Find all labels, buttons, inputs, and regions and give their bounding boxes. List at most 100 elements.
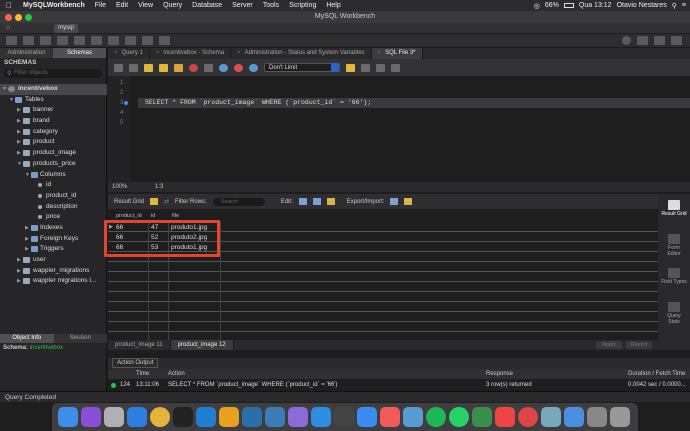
tab-sql-file-3[interactable]: × SQL File 3* xyxy=(371,48,423,59)
terminal-icon[interactable] xyxy=(173,407,193,427)
close-icon[interactable]: × xyxy=(156,50,160,56)
query-stats-button[interactable]: Query Stats xyxy=(661,302,687,325)
menu-view[interactable]: View xyxy=(133,2,158,9)
close-icon[interactable]: × xyxy=(378,50,382,56)
tab-product-image-12[interactable]: product_image 12 xyxy=(170,340,234,350)
skype-icon[interactable] xyxy=(311,407,331,427)
connection-tab[interactable]: mysql xyxy=(54,24,78,33)
postgres-icon[interactable] xyxy=(242,407,262,427)
export-icon[interactable] xyxy=(390,198,399,205)
tree-item-brand[interactable]: ▶ brand xyxy=(0,116,107,127)
folder-icon[interactable] xyxy=(564,407,584,427)
grid-icon[interactable] xyxy=(150,198,159,205)
menu-server[interactable]: Server xyxy=(227,2,258,9)
tab-product-image-11[interactable]: product_image 11 xyxy=(108,340,171,350)
tree-item-column-id[interactable]: id xyxy=(0,180,107,191)
add-row-icon[interactable] xyxy=(312,198,321,205)
close-window-button[interactable] xyxy=(5,14,12,21)
siri-icon[interactable] xyxy=(81,407,101,427)
tree-item-foreign-keys[interactable]: ▶ Foreign Keys xyxy=(0,234,107,245)
apple-icon[interactable]:  xyxy=(0,1,18,10)
column-header-product-id[interactable]: product_id xyxy=(116,213,142,219)
tree-item-tables[interactable]: ▼ Tables xyxy=(0,95,107,106)
tree-item-indexes[interactable]: ▶ Indexes xyxy=(0,223,107,234)
rollback-icon[interactable] xyxy=(234,63,243,72)
revert-button[interactable]: Revert xyxy=(626,341,652,349)
limit-rows-select[interactable]: Don't Limit xyxy=(264,63,340,72)
tab-schemas[interactable]: Schemas xyxy=(53,48,106,58)
menu-tools[interactable]: Tools xyxy=(258,2,284,9)
close-icon[interactable]: × xyxy=(237,50,241,56)
field-types-button[interactable]: Field Types xyxy=(661,268,687,285)
finder-icon[interactable] xyxy=(58,407,78,427)
launchpad-icon[interactable] xyxy=(104,407,124,427)
tree-item-user[interactable]: ▶ user xyxy=(0,255,107,266)
filter-rows-input[interactable]: Search xyxy=(212,197,265,206)
battery-icon[interactable] xyxy=(563,3,574,8)
tab-admin-status[interactable]: × Administration - Status and System Vari… xyxy=(231,48,372,59)
inspector-icon[interactable] xyxy=(40,36,51,45)
create-function-icon[interactable] xyxy=(125,36,136,45)
create-procedure-icon[interactable] xyxy=(108,36,119,45)
tree-item-product[interactable]: ▶ product xyxy=(0,137,107,148)
tab-object-info[interactable]: Object Info xyxy=(0,334,54,343)
menu-edit[interactable]: Edit xyxy=(111,2,133,9)
tree-item-products-price[interactable]: ▼ products_price xyxy=(0,159,107,170)
open-file-icon[interactable] xyxy=(114,63,123,72)
execute-current-icon[interactable] xyxy=(159,63,168,72)
menu-database[interactable]: Database xyxy=(187,2,227,9)
minimize-window-button[interactable] xyxy=(15,14,22,21)
form-editor-button[interactable]: Form Editor xyxy=(661,234,687,257)
tree-item-column-price[interactable]: price xyxy=(0,212,107,223)
toggle-continue-icon[interactable] xyxy=(204,63,213,72)
wifi-icon[interactable]: ◎ xyxy=(534,2,540,10)
reconnect-icon[interactable] xyxy=(159,36,170,45)
open-sql-file-icon[interactable] xyxy=(23,36,34,45)
create-schema-icon[interactable] xyxy=(57,36,68,45)
zoom-window-button[interactable] xyxy=(25,14,32,21)
create-table-icon[interactable] xyxy=(74,36,85,45)
app-icon[interactable] xyxy=(219,407,239,427)
execute-icon[interactable] xyxy=(144,63,153,72)
toggle-sidebar-icon[interactable] xyxy=(637,36,648,45)
safari-icon[interactable] xyxy=(127,407,147,427)
stop-icon[interactable] xyxy=(189,63,198,72)
home-icon[interactable]: ⌂ xyxy=(6,24,10,31)
wrap-lines-icon[interactable] xyxy=(391,63,400,72)
app-icon[interactable] xyxy=(403,407,423,427)
chrome-icon[interactable] xyxy=(150,407,170,427)
sql-statement[interactable]: SELECT * FROM `product_image` WHERE (`pr… xyxy=(145,99,371,106)
tree-item-triggers[interactable]: ▶ Triggers xyxy=(0,244,107,255)
user-name[interactable]: Otavio Nestares xyxy=(617,2,667,9)
mysql-workbench-icon[interactable] xyxy=(265,407,285,427)
spotify-icon[interactable] xyxy=(426,407,446,427)
output-row[interactable]: 124 13:11:06 SELECT * FROM `product_imag… xyxy=(108,380,690,390)
autocommit-icon[interactable] xyxy=(249,63,258,72)
new-sql-tab-icon[interactable] xyxy=(6,36,17,45)
beautify-icon[interactable] xyxy=(346,63,355,72)
search-table-data-icon[interactable] xyxy=(142,36,153,45)
explain-icon[interactable] xyxy=(174,63,183,72)
menu-help[interactable]: Help xyxy=(321,2,345,9)
tree-item-banner[interactable]: ▶ banner xyxy=(0,105,107,116)
tab-incentivebox-schema[interactable]: × incentivebox - Schema xyxy=(150,48,232,59)
column-header-file[interactable]: file xyxy=(172,213,179,219)
result-grid-view-button[interactable]: Result Grid xyxy=(661,200,687,217)
tab-session[interactable]: Session xyxy=(54,334,108,343)
tree-item-column-description[interactable]: description xyxy=(0,202,107,213)
zoom-level[interactable]: 100% xyxy=(112,184,127,190)
menu-list-icon[interactable]: ≡ xyxy=(682,2,686,9)
app-icon[interactable] xyxy=(495,407,515,427)
toggle-output-icon[interactable] xyxy=(654,36,665,45)
menu-file[interactable]: File xyxy=(90,2,111,9)
app-icon[interactable] xyxy=(288,407,308,427)
trash-icon[interactable] xyxy=(610,407,630,427)
app-icon[interactable] xyxy=(334,407,354,427)
app-icon[interactable] xyxy=(587,407,607,427)
battery-percent[interactable]: 66% xyxy=(545,2,559,9)
preview-icon[interactable] xyxy=(541,407,561,427)
clock[interactable]: Qua 13:12 xyxy=(579,2,612,9)
find-icon[interactable] xyxy=(361,63,370,72)
app-icon[interactable] xyxy=(518,407,538,427)
tree-item-wappler-migrations-lock[interactable]: ▶ wappler migrations l... xyxy=(0,276,107,287)
